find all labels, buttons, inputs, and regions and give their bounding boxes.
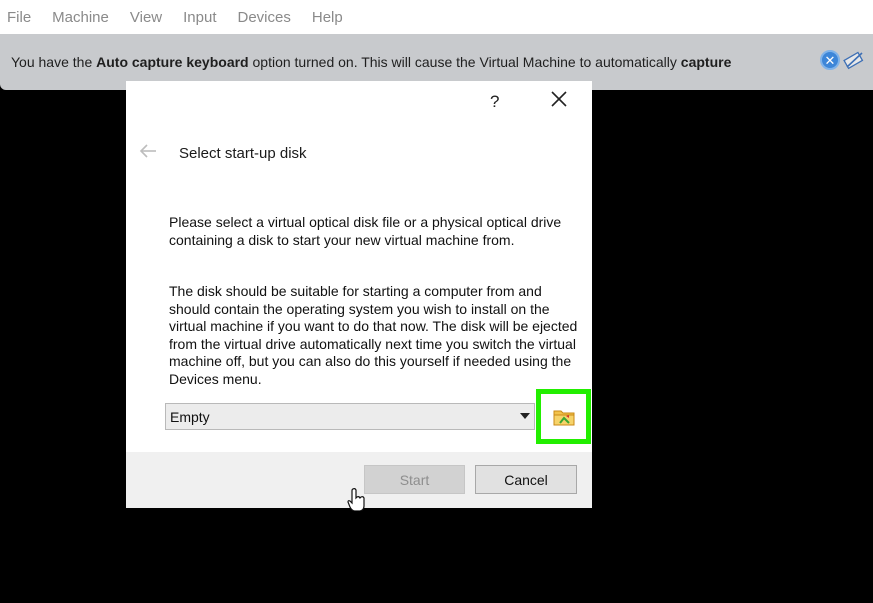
back-arrow-icon[interactable] — [138, 140, 158, 162]
instruction-paragraph-1: Please select a virtual optical disk fil… — [169, 214, 562, 248]
choose-disk-file-button[interactable] — [536, 389, 591, 444]
folder-icon — [553, 410, 574, 425]
keyboard-capture-icon[interactable] — [843, 49, 865, 71]
notification-text-part-2: option turned on. This will cause the Vi… — [248, 54, 681, 70]
notification-bold-capture: capture — [680, 54, 732, 70]
close-circle-icon[interactable]: ✕ — [820, 50, 840, 70]
start-button[interactable]: Start — [364, 465, 465, 494]
menu-help[interactable]: Help — [312, 9, 343, 26]
instruction-paragraph-2: The disk should be suitable for starting… — [169, 283, 578, 387]
menu-input[interactable]: Input — [183, 9, 216, 26]
notification-text-part-1: You have the — [11, 54, 97, 70]
hand-cursor-icon — [347, 488, 365, 511]
notification-text: You have the Auto capture keyboard optio… — [11, 54, 731, 70]
menu-machine[interactable]: Machine — [52, 9, 109, 26]
notification-bold-auto-capture: Auto capture keyboard — [96, 54, 249, 70]
disk-selector-combobox[interactable]: Empty — [165, 403, 535, 430]
help-button[interactable]: ? — [490, 92, 499, 112]
vm-screen: File Machine View Input Devices Help You… — [0, 0, 873, 603]
cancel-button[interactable]: Cancel — [475, 465, 577, 494]
select-startup-disk-dialog: ? Select start-up disk Please select a v… — [126, 81, 592, 508]
notification-icons: ✕ — [820, 49, 865, 71]
menubar: File Machine View Input Devices Help — [0, 0, 873, 34]
menu-view[interactable]: View — [130, 9, 162, 26]
disk-selector-value: Empty — [170, 408, 210, 425]
menu-file[interactable]: File — [7, 9, 31, 26]
menu-devices[interactable]: Devices — [238, 9, 291, 26]
dialog-title: Select start-up disk — [179, 145, 307, 162]
close-icon[interactable] — [550, 90, 568, 108]
chevron-down-icon[interactable] — [520, 413, 530, 419]
